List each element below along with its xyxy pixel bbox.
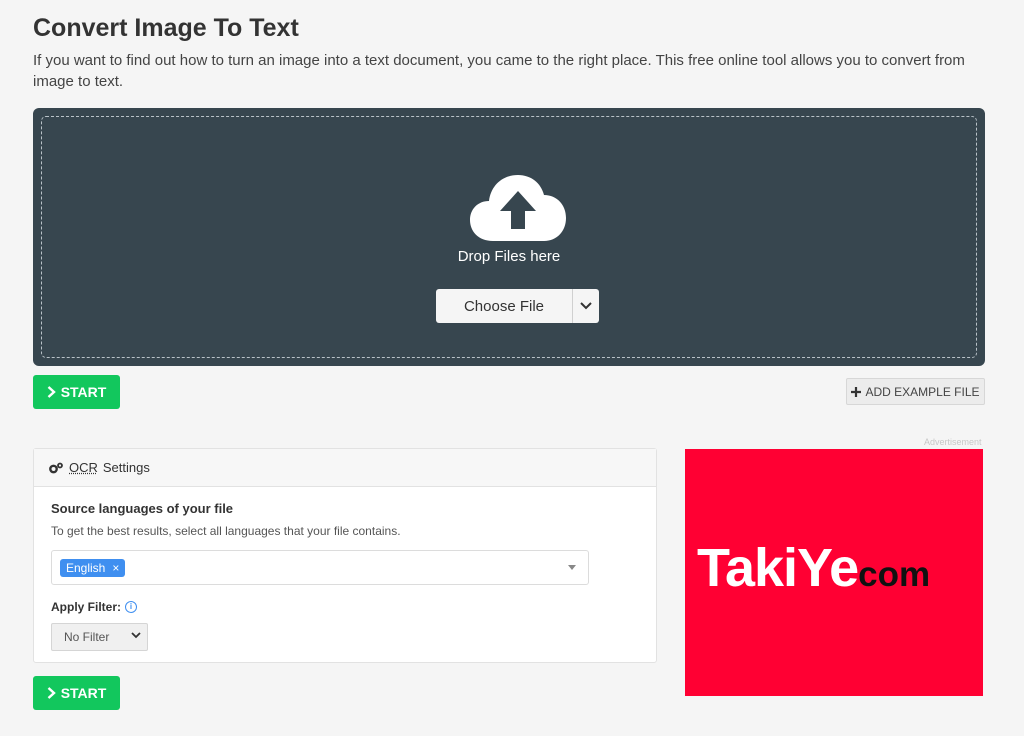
chevron-right-icon	[47, 386, 56, 398]
choose-file-dropdown[interactable]	[572, 289, 599, 323]
ad-brand-main: TakiYe	[697, 538, 859, 598]
drop-files-text: Drop Files here	[457, 248, 561, 265]
ad-brand-logo: TakiYecom	[697, 537, 930, 599]
source-languages-title: Source languages of your file	[51, 501, 234, 516]
ocr-abbr: OCR	[69, 460, 98, 475]
start-button-top[interactable]: START	[33, 375, 120, 409]
settings-header-text: Settings	[102, 460, 150, 475]
choose-file-button[interactable]: Choose File	[436, 289, 572, 323]
source-language-select[interactable]: English ×	[51, 550, 589, 585]
start-button-bottom[interactable]: START	[33, 676, 120, 710]
add-example-file-button[interactable]: ADD EXAMPLE FILE	[846, 378, 985, 405]
ad-brand-suffix: com	[858, 555, 931, 594]
remove-tag-icon[interactable]: ×	[112, 561, 119, 575]
cloud-upload-icon	[470, 175, 566, 241]
add-example-label: ADD EXAMPLE FILE	[865, 384, 980, 399]
ocr-settings-panel: OCR Settings Source languages of your fi…	[33, 448, 657, 663]
chevron-right-icon	[47, 687, 56, 699]
filter-select[interactable]: No Filter	[51, 623, 148, 651]
caret-down-icon[interactable]	[568, 565, 576, 570]
apply-filter-text: Apply Filter:	[51, 600, 122, 614]
filter-select-value: No Filter	[64, 630, 110, 644]
chevron-down-icon	[131, 632, 141, 639]
dropzone-border[interactable]: Drop Files here Choose File	[41, 116, 977, 358]
gears-icon	[49, 462, 63, 473]
ocr-settings-header: OCR Settings	[34, 449, 656, 487]
language-tag-english[interactable]: English ×	[60, 559, 126, 577]
language-tag-label: English	[66, 561, 106, 575]
chevron-down-icon	[580, 302, 592, 310]
advertisement-label: Advertisement	[924, 437, 982, 447]
start-button-label: START	[60, 384, 107, 400]
page-description: If you want to find out how to turn an i…	[33, 52, 965, 90]
start-button-label: START	[60, 685, 107, 701]
info-icon[interactable]: i	[125, 601, 138, 613]
apply-filter-label: Apply Filter: i	[51, 600, 138, 614]
file-dropzone[interactable]: Drop Files here Choose File	[33, 108, 985, 366]
plus-icon	[851, 386, 862, 397]
source-languages-description: To get the best results, select all lang…	[51, 524, 401, 538]
choose-file-group[interactable]: Choose File	[436, 289, 599, 323]
page-title: Convert Image To Text	[33, 14, 299, 42]
advertisement-banner[interactable]: TakiYecom	[685, 449, 983, 696]
